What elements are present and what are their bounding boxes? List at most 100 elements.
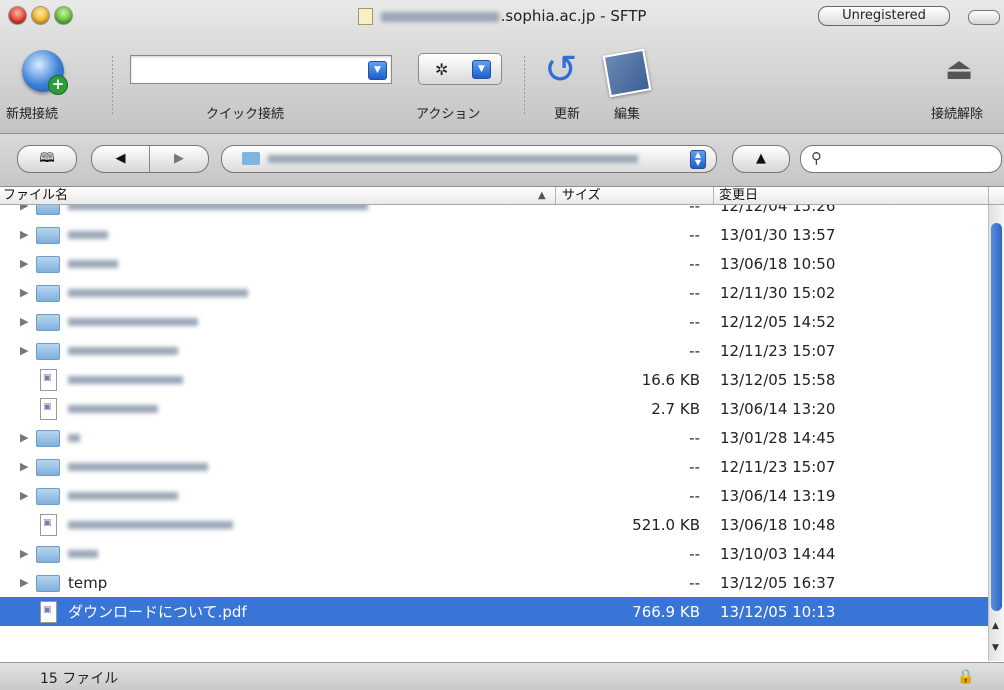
modified-date: 13/12/05 15:58 — [720, 371, 836, 389]
folder-row[interactable]: ▶ -- 12/11/23 15:07 — [0, 452, 988, 481]
folder-row[interactable]: ▶ -- 13/01/30 13:57 — [0, 220, 988, 249]
vertical-scrollbar[interactable]: ▲ ▼ — [988, 205, 1004, 661]
path-selector[interactable]: ▲ ▼ — [221, 145, 717, 173]
folder-icon — [36, 546, 60, 563]
toolbar-area: .sophia.ac.jp - SFTP Unregistered + 新規接続… — [0, 0, 1004, 134]
folder-row[interactable]: ▶ -- 12/12/04 15:26 — [0, 205, 988, 220]
file-count: 15 ファイル — [40, 671, 119, 687]
column-divider[interactable] — [555, 187, 556, 204]
file-row[interactable]: 2.7 KB 13/06/14 13:20 — [0, 394, 988, 423]
disclosure-triangle-icon[interactable]: ▶ — [20, 489, 28, 502]
search-field[interactable]: ⚲ — [800, 145, 1002, 173]
disclosure-triangle-icon[interactable]: ▶ — [20, 576, 28, 589]
column-divider — [988, 187, 989, 204]
file-size: -- — [689, 545, 700, 563]
globe-icon[interactable]: + — [22, 50, 68, 95]
folder-icon — [36, 285, 60, 302]
disclosure-triangle-icon[interactable]: ▶ — [20, 286, 28, 299]
folder-row[interactable]: ▶ -- 12/11/30 15:02 — [0, 278, 988, 307]
modified-date: 12/11/23 15:07 — [720, 458, 836, 476]
folder-row[interactable]: ▶ -- 12/12/05 14:52 — [0, 307, 988, 336]
folder-row[interactable]: ▶ -- 12/11/23 15:07 — [0, 336, 988, 365]
folder-icon — [36, 314, 60, 331]
file-row[interactable]: ダウンロードについて.pdf 766.9 KB 13/12/05 10:13 — [0, 597, 988, 626]
file-size: -- — [689, 342, 700, 360]
status-bar: 15 ファイル 🔒 — [0, 662, 1004, 690]
document-icon — [40, 398, 57, 420]
column-modified[interactable]: 変更日 — [719, 187, 758, 204]
blurred-filename — [68, 376, 183, 384]
file-size: -- — [689, 313, 700, 331]
blurred-filename — [68, 231, 108, 239]
forward-button[interactable]: ▶ — [150, 146, 208, 172]
disclosure-triangle-icon[interactable]: ▶ — [20, 431, 28, 444]
file-row[interactable]: 521.0 KB 13/06/18 10:48 — [0, 510, 988, 539]
back-button[interactable]: ◀ — [92, 146, 150, 172]
bookmarks-button[interactable]: 🕮 — [17, 145, 77, 173]
modified-date: 13/06/18 10:50 — [720, 255, 836, 273]
scroll-down-icon[interactable]: ▼ — [992, 643, 999, 653]
folder-row[interactable]: ▶ -- 13/06/18 10:50 — [0, 249, 988, 278]
gear-icon: ✲ — [435, 60, 449, 79]
edit-label[interactable]: 編集 — [614, 103, 640, 122]
blurred-filename — [68, 260, 118, 268]
disclosure-triangle-icon[interactable]: ▶ — [20, 205, 28, 212]
file-size: -- — [689, 205, 700, 215]
disclosure-triangle-icon[interactable]: ▶ — [20, 228, 28, 241]
file-size: 16.6 KB — [641, 371, 700, 389]
document-icon — [40, 601, 57, 623]
action-button[interactable]: ✲ ▼ — [418, 53, 502, 85]
edit-icon[interactable] — [602, 48, 652, 98]
modified-date: 13/01/30 13:57 — [720, 226, 836, 244]
folder-icon — [36, 227, 60, 244]
quick-connect-combo[interactable]: ▼ — [130, 55, 392, 84]
refresh-icon[interactable]: ↺ — [544, 50, 578, 90]
column-name[interactable]: ファイル名 — [3, 187, 68, 204]
blurred-filename — [68, 521, 233, 529]
modified-date: 13/01/28 14:45 — [720, 429, 836, 447]
sftp-window: .sophia.ac.jp - SFTP Unregistered + 新規接続… — [0, 0, 1004, 690]
column-header: ファイル名 ▲ サイズ 変更日 — [0, 187, 1004, 205]
disclosure-triangle-icon[interactable]: ▶ — [20, 344, 28, 357]
disclosure-triangle-icon[interactable]: ▶ — [20, 547, 28, 560]
refresh-label[interactable]: 更新 — [554, 103, 580, 122]
file-size: -- — [689, 429, 700, 447]
file-size: -- — [689, 226, 700, 244]
folder-icon — [36, 488, 60, 505]
quick-connect-label: クイック接続 — [206, 107, 285, 122]
scroll-up-icon[interactable]: ▲ — [992, 621, 999, 631]
eject-icon[interactable]: ⏏ — [945, 55, 973, 85]
blurred-filename — [68, 550, 98, 558]
file-size: 766.9 KB — [632, 603, 700, 621]
disconnect-label[interactable]: 接続解除 — [931, 103, 983, 122]
modified-date: 13/10/03 14:44 — [720, 545, 836, 563]
lock-icon: 🔒 — [957, 669, 975, 685]
modified-date: 13/06/18 10:48 — [720, 516, 836, 534]
new-connection-label[interactable]: 新規接続 — [6, 103, 58, 122]
blurred-filename — [68, 289, 248, 297]
modified-date: 13/12/05 16:37 — [720, 574, 836, 592]
folder-row[interactable]: ▶ -- 13/01/28 14:45 — [0, 423, 988, 452]
action-label: アクション — [416, 107, 481, 122]
folder-row[interactable]: ▶ -- 13/10/03 14:44 — [0, 539, 988, 568]
unregistered-badge[interactable]: Unregistered — [818, 6, 950, 26]
file-size: -- — [689, 284, 700, 302]
folder-row[interactable]: ▶ temp -- 13/12/05 16:37 — [0, 568, 988, 597]
disclosure-triangle-icon[interactable]: ▶ — [20, 460, 28, 473]
blurred-filename — [68, 434, 80, 442]
column-divider[interactable] — [713, 187, 714, 204]
document-icon — [40, 369, 57, 391]
blurred-filename — [68, 405, 158, 413]
disclosure-triangle-icon[interactable]: ▶ — [20, 315, 28, 328]
disclosure-triangle-icon[interactable]: ▶ — [20, 257, 28, 270]
document-icon — [357, 8, 373, 25]
toolbar-toggle-button[interactable] — [968, 10, 1000, 25]
parent-folder-button[interactable]: ▲ — [732, 145, 790, 173]
chevron-down-icon[interactable]: ▼ — [368, 61, 387, 80]
folder-row[interactable]: ▶ -- 13/06/14 13:19 — [0, 481, 988, 510]
back-forward-control: ◀ ▶ — [91, 145, 209, 173]
file-size: 521.0 KB — [632, 516, 700, 534]
file-row[interactable]: 16.6 KB 13/12/05 15:58 — [0, 365, 988, 394]
column-size[interactable]: サイズ — [562, 187, 601, 204]
scrollbar-thumb[interactable] — [991, 223, 1002, 611]
